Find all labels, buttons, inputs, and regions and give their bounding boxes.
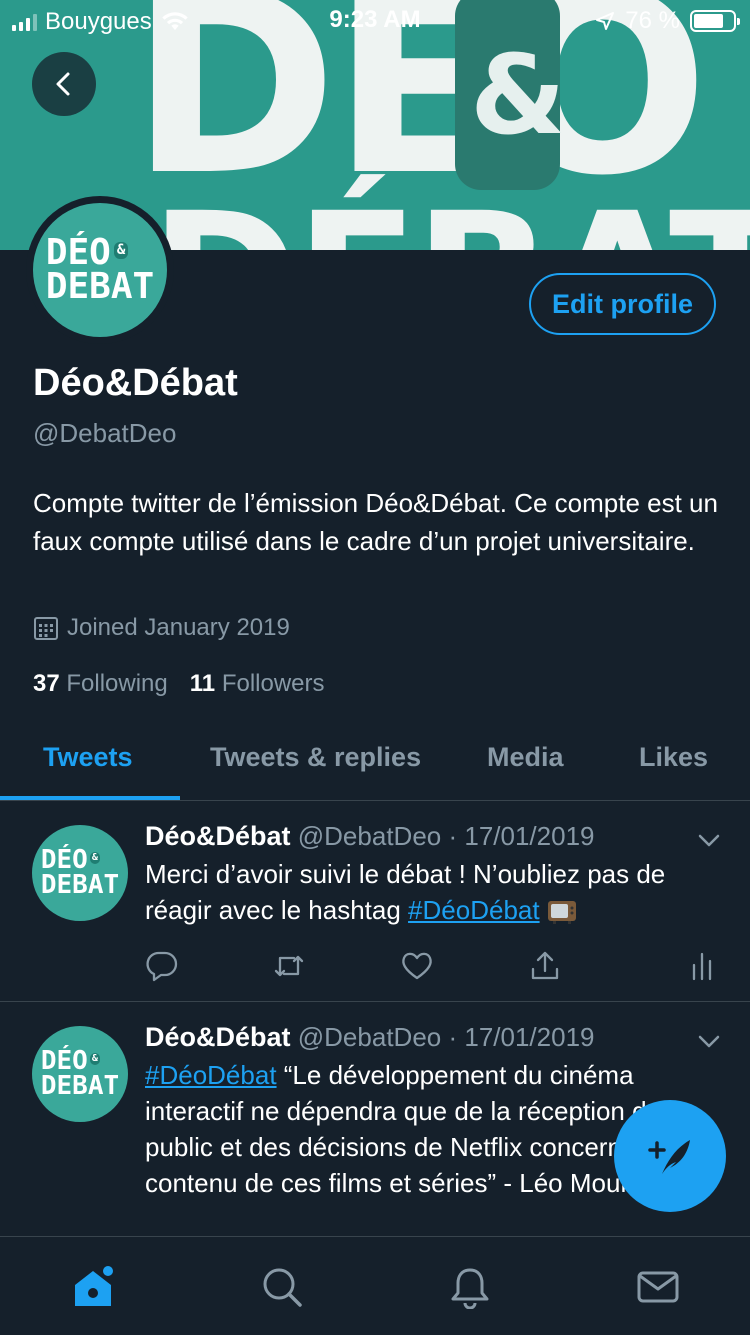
- retweet-icon[interactable]: [272, 949, 306, 983]
- profile-avatar[interactable]: DÉO & DEBAT: [26, 196, 174, 344]
- tweet-actions: [145, 949, 725, 989]
- battery-icon: [690, 10, 740, 32]
- tweet-author-handle: @DebatDeo: [297, 1022, 442, 1052]
- tweet-author-handle: @DebatDeo: [297, 821, 442, 851]
- joined-date: Joined January 2019: [33, 614, 290, 642]
- tweet-avatar[interactable]: DÉO & DEBAT: [32, 1026, 128, 1122]
- tweet-text: Merci d’avoir suivi le débat ! N’oubliez…: [145, 859, 666, 925]
- compose-tweet-button[interactable]: [614, 1100, 726, 1212]
- tweet-header: Déo&Débat @DebatDeo · 17/01/2019: [145, 1022, 595, 1053]
- banner-ampersand: &: [470, 31, 566, 159]
- following-link[interactable]: 37 Following: [33, 670, 168, 698]
- mail-icon[interactable]: [636, 1265, 680, 1309]
- hashtag-link[interactable]: #DéoDébat: [145, 1060, 277, 1090]
- back-button[interactable]: [32, 52, 96, 116]
- tweet-author-name: Déo&Débat: [145, 821, 291, 851]
- bell-icon[interactable]: [448, 1265, 492, 1309]
- edit-profile-button[interactable]: Edit profile: [529, 273, 716, 335]
- chevron-down-icon[interactable]: [698, 1030, 720, 1052]
- compose-tweet-icon: [648, 1140, 690, 1174]
- battery-percent: 76 %: [625, 7, 680, 34]
- profile-tabs: Tweets Tweets & replies Media Likes: [0, 720, 750, 801]
- tweet-date: · 17/01/2019: [448, 1022, 595, 1052]
- joined-label: Joined January 2019: [67, 614, 290, 641]
- followers-link[interactable]: 11 Followers: [190, 670, 325, 698]
- banner-title-debat: DÉBAT: [150, 190, 750, 251]
- home-icon[interactable]: [71, 1265, 115, 1309]
- display-name: Déo&Débat: [33, 362, 238, 404]
- heart-icon[interactable]: [400, 949, 434, 983]
- tab-likes[interactable]: Likes: [639, 742, 708, 773]
- active-tab-indicator: [0, 796, 180, 800]
- back-arrow-icon: [56, 72, 70, 96]
- calendar-icon: [34, 617, 58, 640]
- deo-debat-logo: DÉO & DEBAT: [33, 203, 167, 337]
- tweet-avatar[interactable]: DÉO & DEBAT: [32, 825, 128, 921]
- follow-stats: 37 Following 11 Followers: [33, 670, 325, 698]
- tab-media[interactable]: Media: [487, 742, 564, 773]
- tweet-author-name: Déo&Débat: [145, 1022, 291, 1052]
- tweet-date: · 17/01/2019: [448, 821, 595, 851]
- location-arrow-icon: [596, 12, 615, 30]
- chevron-down-icon[interactable]: [698, 829, 720, 851]
- status-bar: Bouygues 9:23 AM 76 %: [0, 0, 750, 40]
- user-handle: @DebatDeo: [33, 418, 177, 448]
- reply-icon[interactable]: [145, 949, 179, 983]
- tweet[interactable]: DÉO & DEBAT Déo&Débat @DebatDeo · 17/01/2…: [0, 801, 750, 1002]
- profile-bio: Compte twitter de l’émission Déo&Débat. …: [33, 488, 718, 556]
- television-icon: [547, 901, 576, 925]
- search-icon[interactable]: [260, 1265, 304, 1309]
- tab-tweets-replies[interactable]: Tweets & replies: [210, 742, 421, 773]
- share-icon[interactable]: [528, 949, 562, 983]
- tab-tweets[interactable]: Tweets: [43, 742, 133, 773]
- hashtag-link[interactable]: #DéoDébat: [408, 895, 540, 925]
- bottom-navigation: [0, 1236, 750, 1335]
- tweet-header: Déo&Débat @DebatDeo · 17/01/2019: [145, 821, 595, 852]
- analytics-icon[interactable]: [685, 949, 719, 983]
